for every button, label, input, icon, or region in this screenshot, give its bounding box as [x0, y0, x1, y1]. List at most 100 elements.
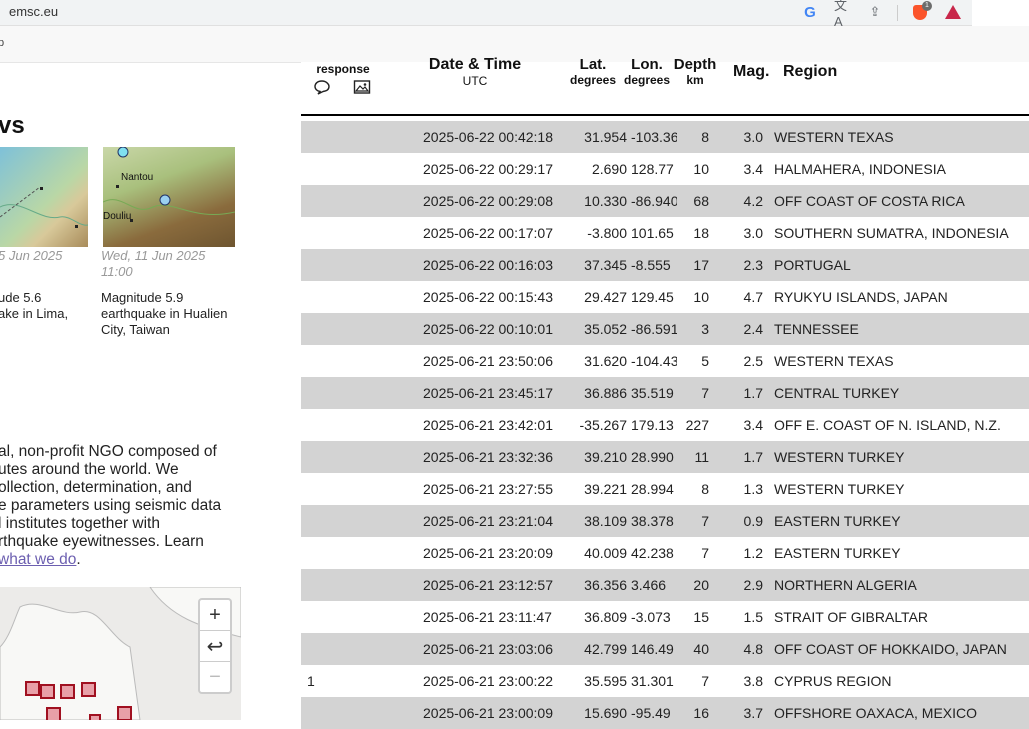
- cell-longitude: 35.519: [631, 385, 674, 401]
- cell-region: CYPRUS REGION: [774, 673, 892, 689]
- cell-datetime: 2025-06-21 23:27:55: [423, 481, 553, 497]
- about-paragraph: al, non-profit NGO composed of utes arou…: [0, 443, 238, 569]
- table-row[interactable]: 2025-06-21 23:12:57 36.356 3.466 20 2.9 NORTH…: [301, 569, 1029, 601]
- cell-magnitude: 1.3: [743, 481, 763, 497]
- cell-longitude: 146.49: [631, 641, 674, 657]
- cell-magnitude: 2.5: [743, 353, 763, 369]
- cell-region: SOUTHERN SUMATRA, INDONESIA: [774, 225, 1009, 241]
- cell-latitude: 36.886: [584, 385, 627, 401]
- reset-view-button[interactable]: ↩: [200, 631, 230, 662]
- news-date: Wed, 11 Jun 2025 11:00: [101, 248, 205, 280]
- cell-latitude: 10.330: [584, 193, 627, 209]
- header-depth[interactable]: Depth km: [673, 56, 717, 87]
- cell-region: WESTERN TEXAS: [774, 353, 894, 369]
- what-we-do-link[interactable]: what we do: [0, 551, 76, 568]
- table-row[interactable]: 2025-06-21 23:27:55 39.221 28.994 8 1.3 WESTE…: [301, 473, 1029, 505]
- table-row[interactable]: 2025-06-21 23:00:09 15.690 -95.49 16 3.7 OFFS…: [301, 697, 1029, 729]
- table-row[interactable]: 2025-06-22 00:29:17 2.690 128.77 10 3.4 HALMA…: [301, 153, 1029, 185]
- table-row[interactable]: 2025-06-21 23:42:01 -35.267 179.13 227 3.4 OF…: [301, 409, 1029, 441]
- table-row[interactable]: 2025-06-22 00:10:01 35.052 -86.591 3 2.4 TENN…: [301, 313, 1029, 345]
- table-row[interactable]: 2025-06-22 00:42:18 31.954 -103.36 8 3.0 WEST…: [301, 121, 1029, 153]
- news-date: 5 Jun 2025: [0, 248, 63, 263]
- cell-longitude: 129.45: [631, 289, 674, 305]
- cell-depth: 10: [693, 161, 709, 177]
- news-date-line: 11:00: [101, 264, 133, 279]
- table-row[interactable]: 2025-06-22 00:15:43 29.427 129.45 10 4.7 RYUK…: [301, 281, 1029, 313]
- cell-longitude: -8.555: [631, 257, 671, 273]
- cell-datetime: 2025-06-22 00:10:01: [423, 321, 553, 337]
- cell-response: 1: [307, 673, 315, 689]
- news-thumbnail-hualien[interactable]: Nantou Douliu: [103, 147, 235, 247]
- cell-region: WESTERN TURKEY: [774, 481, 905, 497]
- cell-depth: 5: [701, 353, 709, 369]
- header-mag[interactable]: Mag.: [733, 63, 773, 81]
- header-date[interactable]: Date & Time UTC: [421, 56, 529, 88]
- header-lon[interactable]: Lon. degrees: [621, 56, 673, 87]
- table-row[interactable]: 1 2025-06-21 23:00:22 35.595 31.301 7 3.8 CYPR…: [301, 665, 1029, 697]
- cell-depth: 15: [693, 609, 709, 625]
- cell-region: WESTERN TURKEY: [774, 449, 905, 465]
- cell-latitude: -3.800: [587, 225, 627, 241]
- cell-longitude: -86.591: [631, 321, 677, 337]
- brave-shield-icon[interactable]: 1: [911, 0, 932, 21]
- zoom-out-button[interactable]: −: [200, 662, 230, 692]
- google-icon[interactable]: G: [801, 3, 819, 21]
- news-caption[interactable]: Magnitude 5.9 earthquake in Hualien City…: [101, 290, 227, 338]
- table-row[interactable]: 2025-06-21 23:50:06 31.620 -104.43 5 2.5 WEST…: [301, 345, 1029, 377]
- header-response-label: response: [316, 62, 370, 76]
- table-row[interactable]: 2025-06-21 23:03:06 42.799 146.49 40 4.8 OFF …: [301, 633, 1029, 665]
- cell-magnitude: 3.4: [743, 417, 763, 433]
- table-row[interactable]: 2025-06-21 23:32:36 39.210 28.990 11 1.7 WEST…: [301, 441, 1029, 473]
- cell-region: TENNESSEE: [774, 321, 859, 337]
- news-caption-line: earthquake in Hualien: [101, 306, 228, 321]
- picture-icon[interactable]: [353, 79, 371, 100]
- cell-region: OFF E. COAST OF N. ISLAND, N.Z.: [774, 417, 1001, 433]
- cell-region: OFF COAST OF HOKKAIDO, JAPAN: [774, 641, 1007, 657]
- table-row[interactable]: 2025-06-22 00:17:07 -3.800 101.65 18 3.0 SOUT…: [301, 217, 1029, 249]
- share-icon[interactable]: ⇪: [866, 3, 884, 21]
- cell-longitude: 28.994: [631, 481, 674, 497]
- news-section-title: vs: [0, 112, 25, 139]
- cell-region: NORTHERN ALGERIA: [774, 577, 917, 593]
- cell-latitude: 31.620: [584, 353, 627, 369]
- translate-icon[interactable]: 文A: [834, 0, 852, 29]
- nav-text[interactable]: p: [0, 37, 4, 49]
- cell-region: WESTERN TEXAS: [774, 129, 894, 145]
- earthquake-table-header: response Date & Time UTC Lat. degrees Lo…: [301, 56, 1029, 116]
- extension-triangle-icon[interactable]: [944, 3, 962, 21]
- cell-magnitude: 2.9: [743, 577, 763, 593]
- cell-datetime: 2025-06-21 23:32:36: [423, 449, 553, 465]
- cell-datetime: 2025-06-22 00:16:03: [423, 257, 553, 273]
- table-row[interactable]: 2025-06-22 00:16:03 37.345 -8.555 17 2.3 PORT…: [301, 249, 1029, 281]
- news-thumbnail-lima[interactable]: [0, 147, 88, 247]
- header-depth-unit: km: [686, 73, 704, 87]
- header-lat[interactable]: Lat. degrees: [565, 56, 621, 87]
- table-row[interactable]: 2025-06-22 00:29:08 10.330 -86.940 68 4.2 OFF…: [301, 185, 1029, 217]
- cell-depth: 11: [694, 449, 709, 465]
- zoom-in-button[interactable]: +: [200, 600, 230, 631]
- cell-datetime: 2025-06-21 23:20:09: [423, 545, 553, 561]
- address-bar[interactable]: emsc.eu: [9, 4, 58, 19]
- table-row[interactable]: 2025-06-21 23:21:04 38.109 38.378 7 0.9 EASTE…: [301, 505, 1029, 537]
- table-row[interactable]: 2025-06-21 23:20:09 40.009 42.238 7 1.2 EASTE…: [301, 537, 1029, 569]
- cell-datetime: 2025-06-21 23:03:06: [423, 641, 553, 657]
- comment-icon[interactable]: [313, 79, 331, 100]
- cell-depth: 40: [693, 641, 709, 657]
- header-region[interactable]: Region: [783, 63, 863, 81]
- cell-depth: 10: [693, 289, 709, 305]
- header-date-unit: UTC: [462, 74, 488, 88]
- cell-depth: 7: [701, 673, 709, 689]
- table-row[interactable]: 2025-06-21 23:11:47 36.809 -3.073 15 1.5 STRA…: [301, 601, 1029, 633]
- cell-magnitude: 3.0: [743, 129, 763, 145]
- cell-region: OFFSHORE OAXACA, MEXICO: [774, 705, 978, 721]
- toolbar-divider: [897, 5, 898, 21]
- cell-longitude: -103.36: [631, 129, 677, 145]
- cell-latitude: 38.109: [584, 513, 627, 529]
- cell-datetime: 2025-06-22 00:15:43: [423, 289, 553, 305]
- about-line: rthquake eyewitnesses. Learn: [0, 533, 204, 550]
- news-caption[interactable]: ude 5.6 ake in Lima,: [0, 290, 68, 322]
- news-caption-line: ake in Lima,: [0, 306, 69, 321]
- cell-datetime: 2025-06-21 23:12:57: [423, 577, 553, 593]
- header-response[interactable]: response: [313, 62, 373, 76]
- table-row[interactable]: 2025-06-21 23:45:17 36.886 35.519 7 1.7 CENTR…: [301, 377, 1029, 409]
